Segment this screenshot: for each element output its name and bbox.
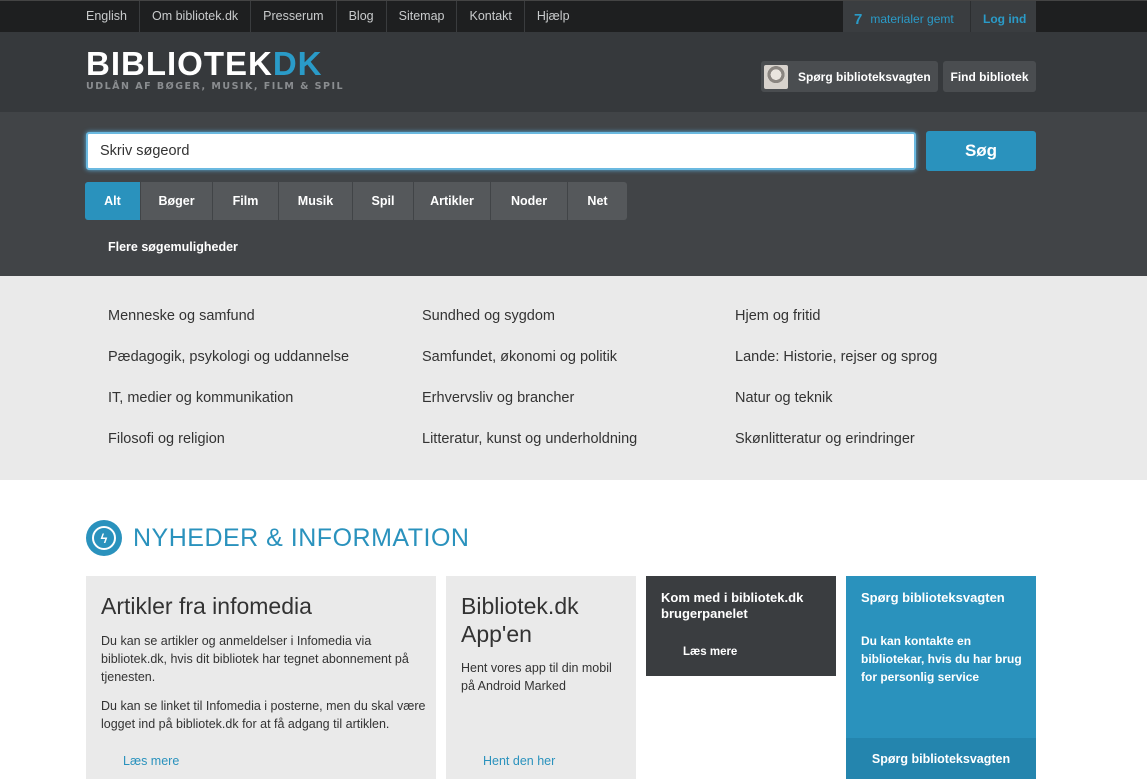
librarian-avatar <box>764 64 788 89</box>
news-card-ask-librarian: Spørg biblioteksvagten Du kan kontakte e… <box>846 576 1036 779</box>
news-card-userpanel: Kom med i bibliotek.dk brugerpanelet Læs… <box>646 576 836 676</box>
card-title: Spørg biblioteksvagten <box>861 590 1005 605</box>
category-link[interactable]: Erhvervsliv og brancher <box>422 390 574 406</box>
top-link-about[interactable]: Om bibliotek.dk <box>140 1 252 32</box>
card-text: Du kan kontakte en bibliotekar, hvis du … <box>861 634 1022 684</box>
card-text: Du kan se linket til Infomedia i postern… <box>101 699 426 731</box>
top-link-sitemap[interactable]: Sitemap <box>387 1 458 32</box>
get-app-link[interactable]: Hent den her <box>483 754 555 768</box>
logo-tagline: UDLÅN AF BØGER, MUSIK, FILM & SPIL <box>86 81 345 92</box>
logo-wordmark: BIBLIOTEKDK <box>86 45 344 82</box>
category-link[interactable]: IT, medier og kommunikation <box>108 390 293 406</box>
category-link[interactable]: Pædagogik, psykologi og uddannelse <box>108 349 349 365</box>
top-link-blog[interactable]: Blog <box>337 1 387 32</box>
category-panel: Menneske og samfund Pædagogik, psykologi… <box>0 276 1147 480</box>
filter-articles[interactable]: Artikler <box>414 182 491 220</box>
filter-books[interactable]: Bøger <box>141 182 213 220</box>
category-link[interactable]: Litteratur, kunst og underholdning <box>422 431 637 447</box>
lightning-icon: ϟ <box>86 520 122 556</box>
top-link-help[interactable]: Hjælp <box>525 1 582 32</box>
card-title: Kom med i bibliotek.dk brugerpanelet <box>661 590 804 621</box>
top-link-contact[interactable]: Kontakt <box>457 1 525 32</box>
card-title-line: App'en <box>461 621 532 647</box>
find-library-button[interactable]: Find bibliotek <box>943 61 1036 92</box>
logo[interactable]: BIBLIOTEKDK UDLÅN AF BØGER, MUSIK, FILM … <box>86 45 345 92</box>
top-link-press[interactable]: Presserum <box>251 1 337 32</box>
top-link-english[interactable]: English <box>74 1 140 32</box>
ask-librarian-card-button[interactable]: Spørg biblioteksvagten <box>846 738 1036 779</box>
search-button[interactable]: Søg <box>926 131 1036 171</box>
filter-sheet-music[interactable]: Noder <box>491 182 568 220</box>
read-more-link[interactable]: Læs mere <box>683 646 737 658</box>
card-title-line: Bibliotek.dk <box>461 593 579 619</box>
search-area: Søg Alt Bøger Film Musik Spil Artikler N… <box>0 112 1147 276</box>
top-bar: English Om bibliotek.dk Presserum Blog S… <box>0 0 1147 37</box>
search-filters: Alt Bøger Film Musik Spil Artikler Noder… <box>85 182 627 220</box>
category-link[interactable]: Filosofi og religion <box>108 431 225 447</box>
more-search-options-link[interactable]: Flere søgemuligheder <box>108 240 238 254</box>
card-text: Du kan se artikler og anmeldelser i Info… <box>101 634 409 684</box>
card-title: Artikler fra infomedia <box>101 593 312 619</box>
read-more-link[interactable]: Læs mere <box>123 754 179 768</box>
category-link[interactable]: Sundhed og sygdom <box>422 308 555 324</box>
category-link[interactable]: Skønlitteratur og erindringer <box>735 431 915 447</box>
card-title: Bibliotek.dk App'en <box>461 592 579 648</box>
logo-accent: DK <box>272 45 323 82</box>
saved-count: 7 <box>854 10 863 28</box>
saved-label: materialer gemt <box>870 12 954 26</box>
search-input[interactable] <box>86 132 916 170</box>
ask-librarian-button[interactable]: Spørg biblioteksvagten <box>761 61 938 92</box>
filter-film[interactable]: Film <box>213 182 279 220</box>
filter-net[interactable]: Net <box>568 182 627 220</box>
card-text: Hent vores app til din mobil på Android … <box>461 661 612 693</box>
category-link[interactable]: Natur og teknik <box>735 390 833 406</box>
news-card-infomedia: Artikler fra infomedia Du kan se artikle… <box>86 576 436 779</box>
category-link[interactable]: Menneske og samfund <box>108 308 255 324</box>
category-link[interactable]: Samfundet, økonomi og politik <box>422 349 617 365</box>
news-section-header: ϟ NYHEDER & INFORMATION <box>86 520 469 556</box>
ask-librarian-label: Spørg biblioteksvagten <box>798 69 931 84</box>
logo-main: BIBLIOTEK <box>86 45 273 82</box>
news-section-title: NYHEDER & INFORMATION <box>133 523 470 552</box>
filter-games[interactable]: Spil <box>353 182 414 220</box>
lightning-icon-glyph: ϟ <box>92 526 116 550</box>
news-card-app: Bibliotek.dk App'en Hent vores app til di… <box>446 576 636 779</box>
filter-music[interactable]: Musik <box>279 182 353 220</box>
top-nav: English Om bibliotek.dk Presserum Blog S… <box>74 1 582 32</box>
category-link[interactable]: Hjem og fritid <box>735 308 820 324</box>
category-link[interactable]: Lande: Historie, rejser og sprog <box>735 349 937 365</box>
site-header: BIBLIOTEKDK UDLÅN AF BØGER, MUSIK, FILM … <box>0 32 1147 112</box>
filter-all[interactable]: Alt <box>85 182 141 220</box>
